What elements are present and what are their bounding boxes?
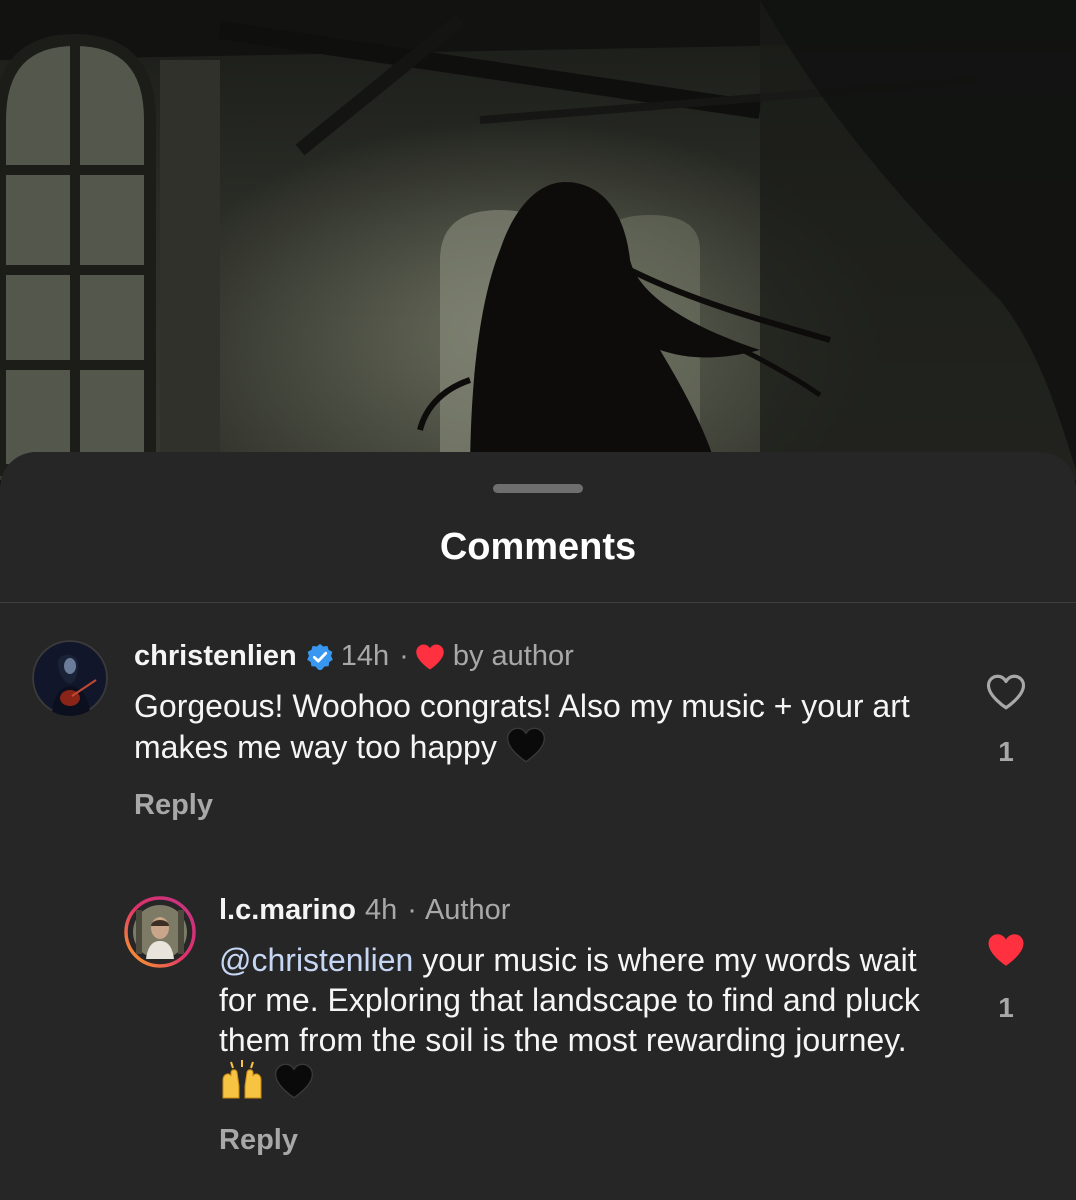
video-scene-image (0, 0, 1076, 480)
like-count: 1 (998, 736, 1014, 767)
like-heart-outline-icon[interactable] (985, 672, 1027, 712)
comment-time: 14h (340, 640, 390, 672)
meta-separator: · (407, 894, 417, 926)
liked-by-author-label: by author (452, 640, 574, 672)
verified-badge-icon (307, 643, 333, 670)
raising-hands-emoji-icon (222, 1060, 262, 1099)
avatar-image (32, 640, 108, 716)
comment-time: 4h (365, 894, 398, 926)
username[interactable]: christenlien (134, 640, 297, 673)
comments-sheet: Comments christenlien 14h · by author Go… (0, 452, 1076, 1200)
reply-button[interactable]: Reply (219, 1124, 298, 1157)
reply-button[interactable]: Reply (134, 789, 213, 822)
comment-text: Gorgeous! Woohoo congrats! Also my music… (134, 686, 924, 767)
avatar-image (124, 896, 196, 968)
black-heart-emoji-icon (506, 727, 545, 763)
like-heart-filled-icon[interactable] (985, 930, 1027, 970)
avatar[interactable] (32, 640, 108, 716)
black-heart-emoji-icon (274, 1063, 313, 1099)
comment-meta: christenlien 14h · by author (134, 640, 574, 673)
mention-link[interactable]: @christenlien (219, 942, 413, 978)
header-divider (0, 602, 1076, 603)
comment-text: @christenlien your music is where my wor… (219, 940, 939, 1103)
sheet-title: Comments (439, 526, 637, 568)
video-frame[interactable] (0, 0, 1076, 480)
meta-separator: · (399, 640, 409, 672)
comment-meta: l.c.marino 4h · Author (219, 894, 510, 927)
author-badge: Author (424, 894, 511, 926)
username[interactable]: l.c.marino (219, 894, 356, 927)
avatar-story-ring[interactable] (124, 896, 196, 968)
liked-by-author-heart-icon (416, 644, 444, 669)
sheet-drag-handle[interactable] (493, 484, 583, 493)
like-count: 1 (998, 992, 1014, 1023)
